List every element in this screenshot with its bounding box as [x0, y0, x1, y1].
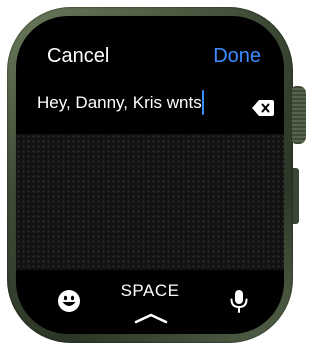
done-button[interactable]: Done [213, 44, 261, 68]
cancel-button[interactable]: Cancel [47, 44, 109, 68]
delete-backspace-icon[interactable] [252, 100, 274, 116]
text-cursor [202, 90, 204, 115]
side-button[interactable] [293, 168, 299, 224]
chevron-up-icon[interactable] [134, 312, 168, 324]
scribble-area[interactable] [16, 134, 284, 270]
text-input-field[interactable]: Hey, Danny, Kris wnts [37, 90, 277, 116]
microphone-icon[interactable] [226, 288, 252, 314]
watch-screen: Cancel Done Hey, Danny, Kris wnts SPACE [16, 16, 284, 334]
typed-text: Hey, Danny, Kris wnts [37, 93, 202, 112]
digital-crown[interactable] [292, 86, 306, 144]
